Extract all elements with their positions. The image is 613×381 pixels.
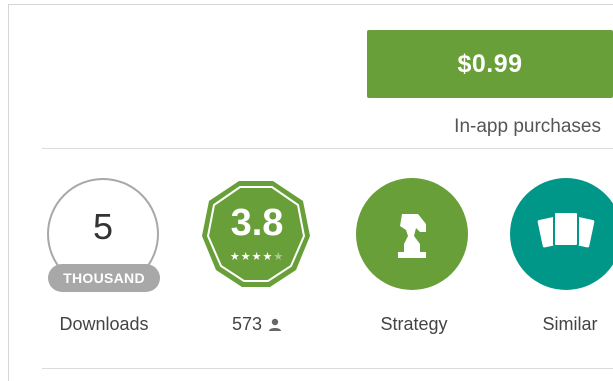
similar-button[interactable]: [510, 178, 613, 290]
similar-label: Similar: [542, 314, 598, 334]
divider-bottom: [42, 368, 613, 369]
buy-button[interactable]: $0.99: [367, 30, 613, 98]
category-stat[interactable]: Strategy: [356, 178, 476, 348]
chess-knight-icon: [398, 214, 426, 258]
price-label: $0.99: [457, 49, 523, 78]
similar-stat[interactable]: Similar: [510, 178, 613, 348]
in-app-purchases-note: In-app purchases: [454, 116, 601, 137]
star-empty-icon: ★: [273, 251, 285, 263]
rating-count: 573: [197, 314, 317, 335]
downloads-number: 5: [92, 206, 114, 247]
downloads-label: Downloads: [59, 314, 149, 334]
rating-stars: ★★★★★: [197, 250, 317, 263]
cards-stack-icon: [537, 211, 595, 248]
category-button[interactable]: [356, 178, 468, 290]
downloads-stat: 5 THOUSAND Downloads: [44, 178, 164, 348]
star-icon: ★: [262, 251, 274, 263]
star-icon: ★: [240, 251, 252, 263]
rating-stat: 3.8 ★★★★★ 573: [197, 178, 317, 348]
downloads-unit-badge: THOUSAND: [48, 264, 160, 292]
category-label: Strategy: [380, 314, 448, 334]
rating-value: 3.8: [230, 202, 284, 244]
rating-count-value: 573: [231, 314, 263, 334]
star-icon: ★: [229, 251, 241, 263]
divider-top: [42, 148, 613, 149]
person-icon: [269, 318, 282, 331]
star-icon: ★: [251, 251, 263, 263]
